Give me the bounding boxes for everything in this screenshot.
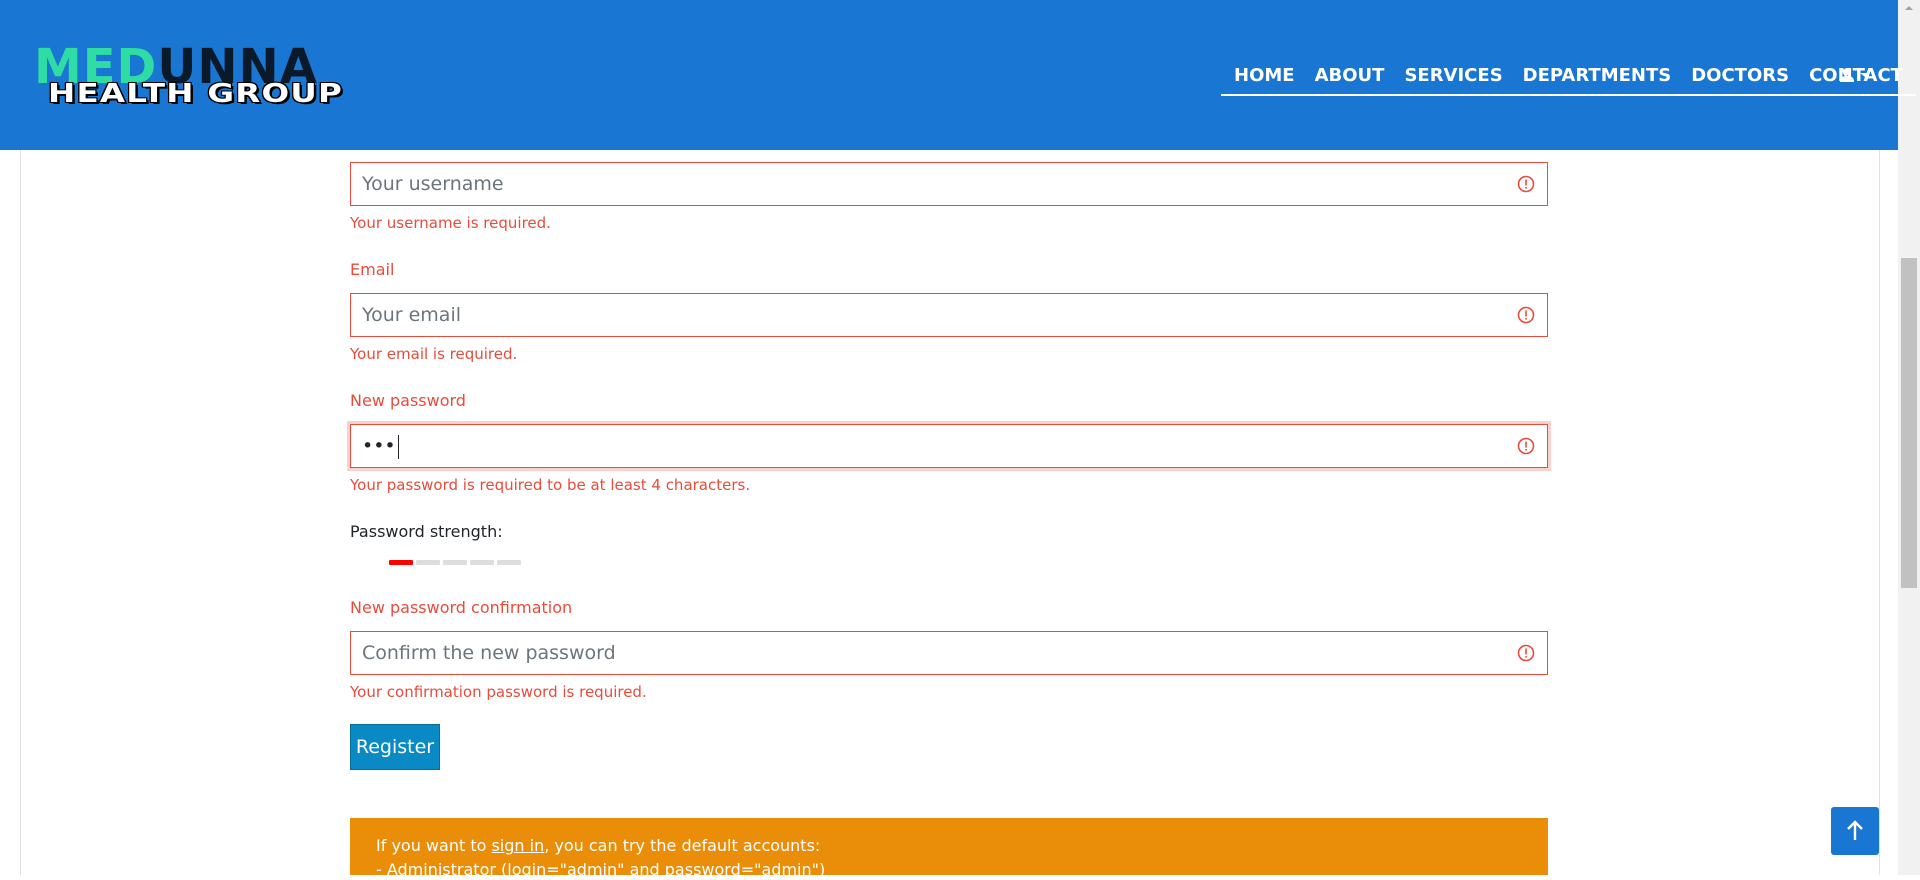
text-caret	[397, 434, 399, 459]
main-nav: HOME ABOUT SERVICES DEPARTMENTS DOCTORS …	[1221, 56, 1916, 96]
default-accounts-alert: If you want to sign in, you can try the …	[350, 818, 1548, 879]
alert-prefix: If you want to	[376, 836, 492, 855]
user-icon	[1840, 68, 1854, 82]
error-icon	[1517, 175, 1535, 193]
page-scrollbar[interactable]	[1898, 0, 1920, 875]
page-frame	[20, 150, 1880, 875]
strength-segment	[389, 560, 413, 565]
top-navbar: MEDUNNA HEALTH GROUP HOME ABOUT SERVICES…	[0, 0, 1916, 150]
user-menu-button[interactable]	[1831, 56, 1879, 96]
email-placeholder: Your email	[362, 304, 461, 326]
alert-line-1: If you want to sign in, you can try the …	[376, 836, 1522, 856]
username-placeholder: Your username	[362, 173, 504, 195]
error-icon	[1517, 437, 1535, 455]
back-to-top-button[interactable]	[1831, 807, 1879, 855]
strength-segment	[443, 560, 467, 565]
confirm-password-label: New password confirmation	[350, 598, 573, 617]
alert-line-2: - Administrator (login="admin" and passw…	[376, 860, 826, 879]
email-error: Your email is required.	[350, 345, 518, 363]
error-icon	[1517, 644, 1535, 662]
caret-down-icon	[1860, 73, 1870, 77]
arrow-up-icon	[1847, 820, 1863, 840]
nav-about[interactable]: ABOUT	[1315, 65, 1385, 86]
sign-in-link[interactable]: sign in	[491, 836, 544, 855]
password-strength-label: Password strength:	[350, 522, 503, 541]
confirm-password-input[interactable]: Confirm the new password	[350, 631, 1548, 675]
strength-segment	[470, 560, 494, 565]
alert-suffix: , you can try the default accounts:	[544, 836, 821, 855]
username-error: Your username is required.	[350, 214, 551, 232]
nav-doctors[interactable]: DOCTORS	[1691, 65, 1789, 86]
password-error: Your password is required to be at least…	[350, 476, 751, 494]
nav-departments[interactable]: DEPARTMENTS	[1523, 65, 1672, 86]
error-icon	[1517, 306, 1535, 324]
strength-segment	[416, 560, 440, 565]
password-value: •••	[362, 435, 396, 457]
logo-subtitle: HEALTH GROUP	[48, 79, 344, 109]
username-input[interactable]: Your username	[350, 162, 1548, 206]
password-label: New password	[350, 391, 466, 410]
nav-home[interactable]: HOME	[1234, 65, 1295, 86]
scroll-up-arrow-icon[interactable]	[1898, 0, 1920, 16]
password-input[interactable]: •••	[350, 424, 1548, 468]
email-input[interactable]: Your email	[350, 293, 1548, 337]
email-label: Email	[350, 260, 395, 279]
scrollbar-thumb[interactable]	[1901, 258, 1917, 588]
nav-services[interactable]: SERVICES	[1404, 65, 1502, 86]
password-strength-bar	[389, 560, 524, 565]
confirm-password-error: Your confirmation password is required.	[350, 683, 647, 701]
medunna-logo[interactable]: MEDUNNA HEALTH GROUP	[30, 43, 395, 109]
confirm-password-placeholder: Confirm the new password	[362, 642, 616, 664]
register-button[interactable]: Register	[350, 724, 440, 770]
strength-segment	[497, 560, 521, 565]
